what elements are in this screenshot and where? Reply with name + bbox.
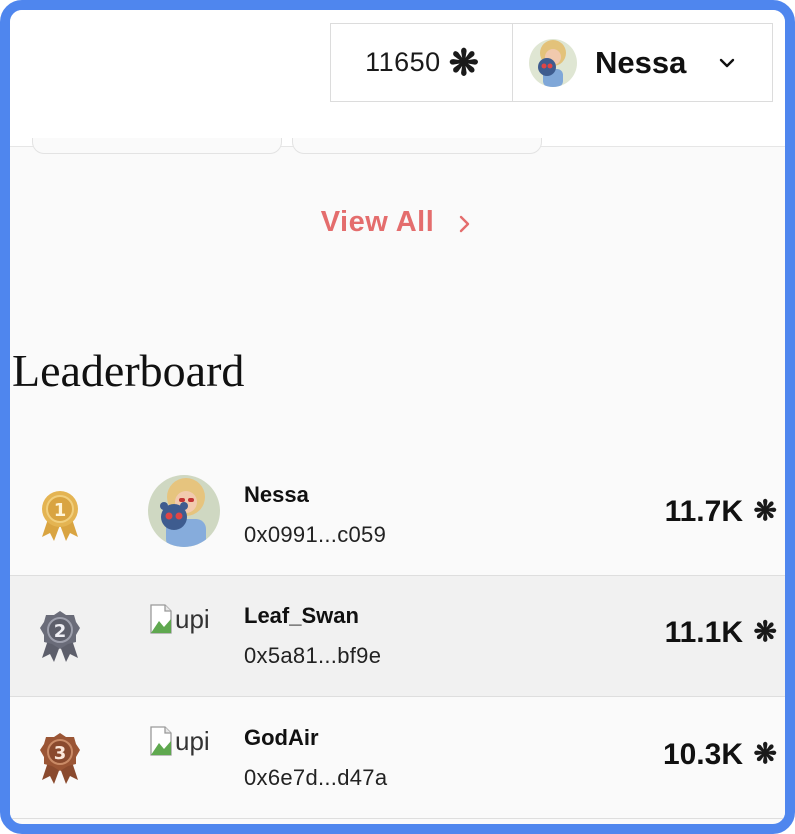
user-name: Nessa [595, 44, 687, 80]
points-balance[interactable]: 11650 ❋ [330, 23, 513, 102]
avatar-alt-text: upi [175, 603, 210, 634]
svg-text:1: 1 [54, 500, 67, 521]
chevron-down-icon [720, 58, 735, 67]
card-edge [292, 138, 542, 154]
gold-medal-1-icon: 1 [42, 491, 78, 541]
leaderboard-row[interactable]: 1 Nessa 0x0991...c059 11.7K ❋ [10, 455, 785, 576]
asterisk-flower-icon: ❋ [753, 495, 777, 526]
card-edge [32, 138, 282, 154]
avatar [529, 38, 577, 87]
asterisk-flower-icon: ❋ [753, 738, 777, 769]
silver-medal-2-icon: 2 [40, 611, 80, 662]
avatar [148, 475, 220, 547]
avatar-alt-text: upi [175, 725, 210, 756]
broken-image-avatar: upi [148, 724, 220, 758]
chevron-right-icon [460, 215, 470, 232]
player-score: 11.7K [664, 495, 743, 528]
bronze-medal-3-icon: 3 [40, 733, 80, 784]
wallet-address: 0x6e7d...d47a [244, 765, 388, 790]
player-name: GodAir [244, 725, 319, 750]
leaderboard-row[interactable]: 2 upi Leaf_Swan 0x5a81...bf9e 11.1K ❋ [10, 576, 785, 697]
player-name: Nessa [244, 482, 309, 507]
player-name: Leaf_Swan [244, 603, 359, 628]
top-header: 11650 ❋ Nessa [10, 10, 785, 147]
points-value: 11650 [365, 47, 441, 77]
wallet-address: 0x0991...c059 [244, 522, 387, 547]
svg-text:2: 2 [54, 621, 67, 642]
leaderboard-row[interactable]: 3 upi GodAir 0x6e7d...d47a 10.3K ❋ [10, 698, 785, 819]
svg-text:3: 3 [54, 743, 67, 764]
wallet-address: 0x5a81...bf9e [244, 643, 382, 668]
user-menu-button[interactable]: Nessa [512, 23, 773, 102]
player-score: 10.3K [662, 738, 743, 771]
page-content: 11650 ❋ Nessa View All Leaderboard 1 Nes… [10, 10, 785, 824]
leaderboard-title: Leaderboard [12, 345, 245, 396]
view-all-label: View All [320, 206, 435, 238]
asterisk-flower-icon: ❋ [753, 616, 777, 647]
broken-image-avatar: upi [148, 602, 220, 636]
asterisk-flower-icon: ❋ [448, 41, 479, 83]
player-score: 11.1K [664, 616, 743, 649]
view-all-link[interactable]: View All [10, 206, 785, 239]
app-frame: 11650 ❋ Nessa View All Leaderboard 1 Nes… [0, 0, 795, 834]
